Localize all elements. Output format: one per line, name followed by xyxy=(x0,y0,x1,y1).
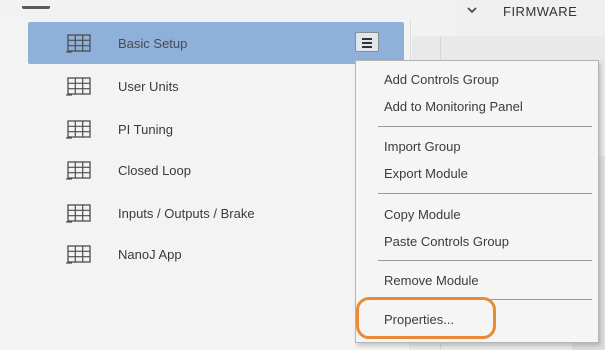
tree-item-basic-setup[interactable]: Basic Setup xyxy=(28,22,404,64)
chevron-down-icon[interactable] xyxy=(467,6,477,14)
tree-item-label: PI Tuning xyxy=(118,121,173,137)
grid-icon xyxy=(66,203,92,223)
grid-icon xyxy=(66,160,92,180)
menu-item-copy-module[interactable]: Copy Module xyxy=(384,207,461,223)
tree-item-pi-tuning[interactable]: PI Tuning xyxy=(28,108,404,150)
firmware-header[interactable]: FIRMWARE xyxy=(455,0,605,36)
tree-item-label: Closed Loop xyxy=(118,162,191,178)
tree-item-label: Basic Setup xyxy=(118,35,188,51)
hamburger-menu-icon[interactable] xyxy=(355,32,379,52)
menu-item-add-to-monitoring-panel[interactable]: Add to Monitoring Panel xyxy=(384,99,523,115)
grid-icon xyxy=(66,244,92,264)
context-menu: Add Controls Group Add to Monitoring Pan… xyxy=(355,60,599,343)
toolbar-stub xyxy=(22,0,50,9)
menu-item-export-module[interactable]: Export Module xyxy=(384,166,468,182)
grid-icon xyxy=(66,33,92,53)
menu-separator xyxy=(378,126,592,127)
tree-item-nanoj-app[interactable]: NanoJ App xyxy=(28,233,404,275)
menu-item-paste-controls-group[interactable]: Paste Controls Group xyxy=(384,234,509,250)
menu-separator xyxy=(378,193,592,194)
menu-item-remove-module[interactable]: Remove Module xyxy=(384,273,479,289)
menu-item-import-group[interactable]: Import Group xyxy=(384,139,461,155)
tree-item-label: User Units xyxy=(118,78,179,94)
grid-icon xyxy=(66,76,92,96)
tree-item-inputs-outputs-brake[interactable]: Inputs / Outputs / Brake xyxy=(28,192,404,234)
firmware-header-label: FIRMWARE xyxy=(503,4,578,19)
highlight-annotation xyxy=(356,297,496,339)
menu-separator xyxy=(378,260,592,261)
tree-item-label: Inputs / Outputs / Brake xyxy=(118,205,255,221)
module-tree: Basic Setup User Units PI Tuning Closed … xyxy=(0,20,412,350)
tree-item-closed-loop[interactable]: Closed Loop xyxy=(28,149,404,191)
menu-item-add-controls-group[interactable]: Add Controls Group xyxy=(384,72,499,88)
grid-icon xyxy=(66,119,92,139)
tree-item-label: NanoJ App xyxy=(118,246,182,262)
tree-item-user-units[interactable]: User Units xyxy=(28,65,404,107)
